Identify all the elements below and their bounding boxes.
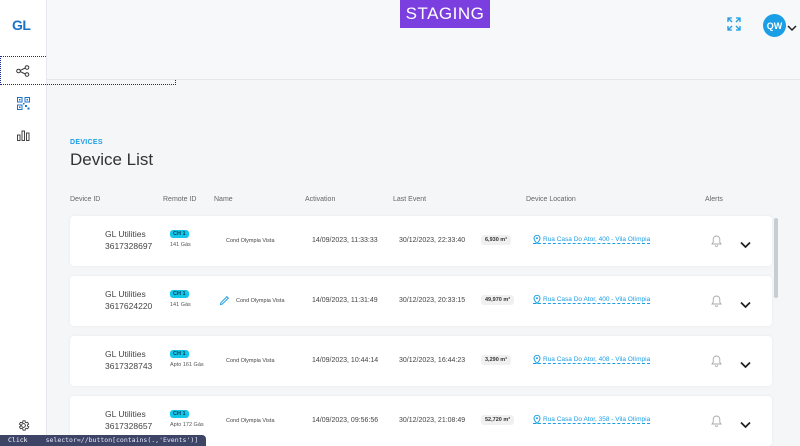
- section-label: DEVICES: [70, 139, 103, 146]
- channel-badge: CH 1: [170, 350, 189, 358]
- bell-icon[interactable]: [711, 234, 722, 247]
- qr-code-icon[interactable]: [14, 94, 32, 112]
- bell-icon[interactable]: [711, 354, 722, 367]
- remote-id-sub: Apto 161 Gás: [170, 362, 204, 368]
- device-id: 3617328697: [105, 241, 153, 251]
- expand-row-chevron-icon[interactable]: [740, 296, 751, 309]
- device-location-link[interactable]: Rua Casa Do Ator, 400 - Vila Olímpia: [533, 294, 651, 305]
- device-id: 3617328657: [105, 421, 153, 431]
- avatar[interactable]: QW: [763, 14, 786, 37]
- column-header-device-id[interactable]: Device ID: [70, 196, 100, 203]
- meter-reading-badge: 52,720 m³: [481, 415, 515, 425]
- meter-reading-badge: 6,930 m³: [481, 235, 512, 245]
- column-header-device-location[interactable]: Device Location: [526, 196, 576, 203]
- device-company: GL Utilities: [105, 229, 146, 239]
- device-id-cell: GL Utilities 3617624220: [105, 288, 152, 312]
- device-id: 3617328743: [105, 361, 153, 371]
- device-id-cell: GL Utilities 3617328697: [105, 228, 152, 252]
- device-company: GL Utilities: [105, 409, 146, 419]
- location-text: Rua Casa Do Ator, 408 - Vila Olímpia: [543, 356, 651, 363]
- bell-icon[interactable]: [711, 294, 722, 307]
- device-company: GL Utilities: [105, 349, 146, 359]
- pencil-edit-icon[interactable]: [219, 293, 230, 306]
- page-title: Device List: [70, 150, 154, 169]
- chevron-down-icon[interactable]: [787, 19, 797, 32]
- location-text: Rua Casa Do Ator, 358 - Vila Olímpia: [543, 416, 651, 423]
- location-pin-icon: [533, 414, 541, 425]
- status-selector: selector=//button[contains(.,'Events')]: [45, 436, 199, 444]
- device-id-cell: GL Utilities 3617328743: [105, 348, 152, 372]
- remote-id-sub: Apto 172 Gás: [170, 422, 204, 428]
- expand-row-chevron-icon[interactable]: [740, 416, 751, 429]
- column-header-activation[interactable]: Activation: [305, 196, 335, 203]
- device-id-cell: GL Utilities 3617328657: [105, 408, 152, 432]
- channel-badge: CH 1: [170, 290, 189, 298]
- meter-reading-badge: 49,970 m³: [481, 295, 515, 305]
- channel-badge: CH 1: [170, 230, 189, 238]
- remote-id-sub: 141 Gás: [170, 302, 191, 308]
- activation-date: 14/09/2023, 11:33:33: [312, 237, 378, 244]
- device-location-link[interactable]: Rua Casa Do Ator, 408 - Vila Olímpia: [533, 354, 651, 365]
- last-event-date: 30/12/2023, 21:08:49: [399, 417, 466, 424]
- column-header-alerts[interactable]: Alerts: [705, 196, 723, 203]
- app-logo[interactable]: GL: [12, 17, 31, 33]
- bell-icon[interactable]: [711, 414, 722, 427]
- environment-badge: STAGING: [400, 0, 490, 28]
- activation-date: 14/09/2023, 11:31:49: [312, 297, 378, 304]
- device-id: 3617624220: [105, 301, 153, 311]
- device-name: Cond Olympia Vista: [226, 358, 275, 364]
- remote-id-sub: 141 Gás: [170, 242, 191, 248]
- device-location-link[interactable]: Rua Casa Do Ator, 400 - Vila Olímpia: [533, 234, 651, 245]
- column-header-last-event[interactable]: Last Event: [393, 196, 426, 203]
- device-location-link[interactable]: Rua Casa Do Ator, 358 - Vila Olímpia: [533, 414, 651, 425]
- table-row[interactable]: GL Utilities 3617624220 CH 1 141 Gás Con…: [70, 276, 772, 326]
- last-event-date: 30/12/2023, 16:44:23: [399, 357, 466, 364]
- bar-chart-icon[interactable]: [14, 126, 32, 144]
- table-row[interactable]: GL Utilities 3617328743 CH 1 Apto 161 Gá…: [70, 336, 772, 386]
- device-company: GL Utilities: [105, 289, 146, 299]
- last-event-date: 30/12/2023, 22:33:40: [399, 237, 466, 244]
- device-name: Cond Olympia Vista: [226, 418, 275, 424]
- location-pin-icon: [533, 294, 541, 305]
- expand-row-chevron-icon[interactable]: [740, 236, 751, 249]
- app-root: GL STAGING QW DEVICES Device List Device…: [0, 0, 800, 446]
- status-action: Click: [8, 436, 28, 444]
- table-row[interactable]: GL Utilities 3617328697 CH 1 141 Gás Con…: [70, 216, 772, 266]
- activation-date: 14/09/2023, 09:56:56: [312, 417, 379, 424]
- location-text: Rua Casa Do Ator, 400 - Vila Olímpia: [543, 236, 651, 243]
- location-pin-icon: [533, 354, 541, 365]
- expand-row-chevron-icon[interactable]: [740, 356, 751, 369]
- location-text: Rua Casa Do Ator, 400 - Vila Olímpia: [543, 296, 651, 303]
- gear-icon[interactable]: [14, 416, 32, 434]
- fullscreen-expand-icon[interactable]: [727, 17, 743, 33]
- device-name: Cond Olympia Vista: [226, 238, 275, 244]
- column-header-name[interactable]: Name: [214, 196, 233, 203]
- device-name: Cond Olympia Vista: [236, 298, 285, 304]
- automation-status-bar: Click selector=//button[contains(.,'Event…: [0, 435, 207, 446]
- meter-reading-badge: 3,290 m³: [481, 355, 512, 365]
- top-header: STAGING QW: [47, 0, 800, 80]
- scrollbar[interactable]: [774, 218, 778, 298]
- channel-badge: CH 1: [170, 410, 189, 418]
- activation-date: 14/09/2023, 10:44:14: [312, 357, 379, 364]
- location-pin-icon: [533, 234, 541, 245]
- column-header-remote-id[interactable]: Remote ID: [163, 196, 196, 203]
- last-event-date: 30/12/2023, 20:33:15: [399, 297, 466, 304]
